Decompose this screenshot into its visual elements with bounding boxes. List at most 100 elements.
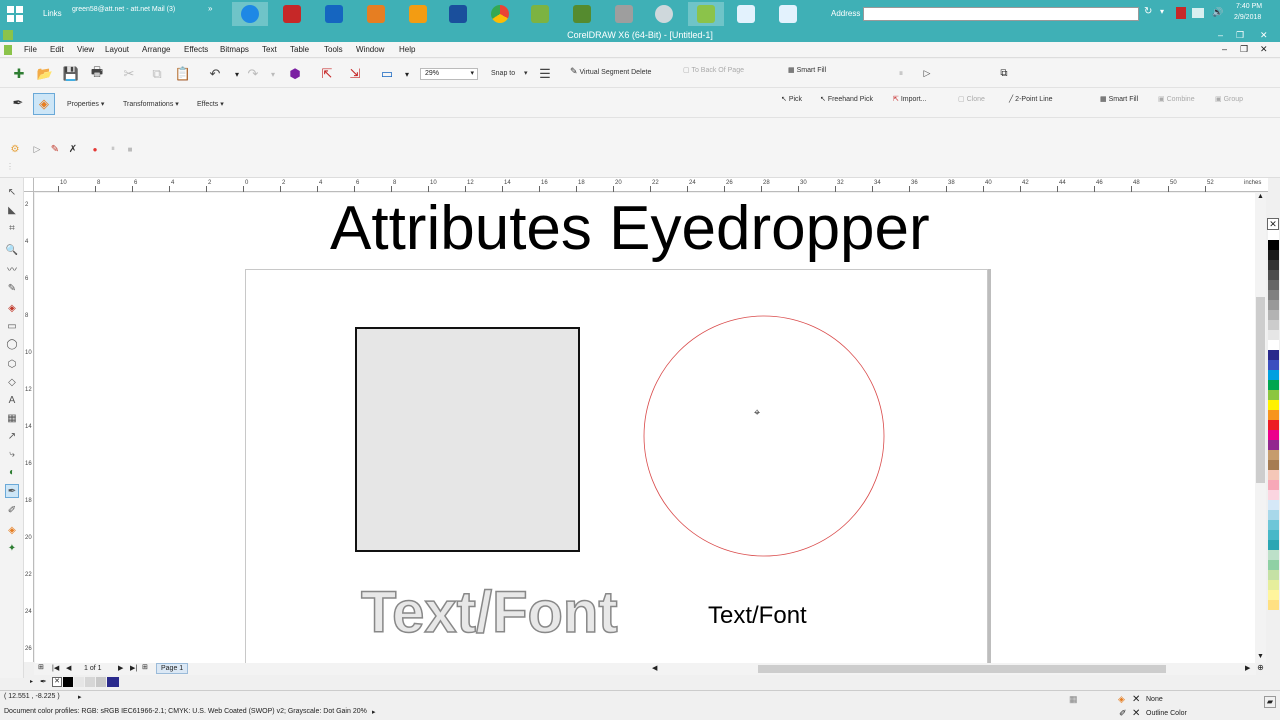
document-icon-1[interactable] xyxy=(728,2,764,26)
eyedropper-tool-icon[interactable]: ✒ xyxy=(5,484,19,498)
palette-swatch[interactable] xyxy=(1268,270,1279,280)
palette-swatch[interactable] xyxy=(1268,370,1279,380)
app-icon-orange[interactable] xyxy=(358,2,394,26)
menu-help[interactable]: Help xyxy=(399,45,415,54)
palette-swatch[interactable] xyxy=(1268,470,1279,480)
palette-swatch[interactable] xyxy=(1268,320,1279,330)
no-color-swatch[interactable]: ✕ xyxy=(1267,218,1279,230)
palette-swatch-gray[interactable] xyxy=(96,677,106,687)
palette-swatch[interactable] xyxy=(1268,590,1279,600)
menu-arrange[interactable]: Arrange xyxy=(142,45,170,54)
import-icon[interactable]: ⇱ xyxy=(318,65,336,83)
dimension-tool-icon[interactable]: ↗ xyxy=(5,430,19,444)
palette-swatch[interactable] xyxy=(1268,250,1279,260)
pause-icon[interactable]: ⏸ xyxy=(892,64,910,82)
play-icon[interactable]: ▷ xyxy=(918,64,936,82)
ellipse-tool-icon[interactable]: ◯ xyxy=(5,338,19,352)
palette-swatch-light-gray[interactable] xyxy=(74,677,84,687)
table-tool-icon[interactable]: ▦ xyxy=(5,412,19,426)
palette-swatch-navy[interactable] xyxy=(107,677,119,687)
to-back-of-page-button[interactable]: ▢ To Back Of Page xyxy=(683,66,744,74)
import-button[interactable]: ⇱ Import... xyxy=(893,95,927,103)
paint-bucket-icon[interactable]: ◈ xyxy=(33,93,55,115)
pick-button[interactable]: ↖ Pick xyxy=(781,95,802,103)
add-page-icon[interactable]: ⊞ xyxy=(38,663,44,671)
menu-text[interactable]: Text xyxy=(262,45,277,54)
palette-swatch[interactable] xyxy=(1268,560,1279,570)
tray-network-icon[interactable] xyxy=(1192,8,1204,18)
macro-manager-icon[interactable]: ⚙ xyxy=(6,140,24,158)
tray-s-icon[interactable] xyxy=(1176,7,1186,19)
new-document-icon[interactable]: ✚ xyxy=(10,65,28,83)
heading-text[interactable]: Attributes Eyedropper xyxy=(330,193,930,264)
palette-swatch[interactable] xyxy=(1268,240,1279,250)
next-page-icon[interactable]: ▶ xyxy=(118,664,123,672)
palette-swatch[interactable] xyxy=(1268,500,1279,510)
palette-swatch[interactable] xyxy=(1268,410,1279,420)
coreldraw-icon[interactable] xyxy=(688,2,724,26)
launcher-dropdown-icon[interactable]: ▾ xyxy=(398,65,416,83)
printer-icon[interactable] xyxy=(606,2,642,26)
interactive-mesh-tool-icon[interactable]: ✦ xyxy=(5,542,19,556)
color-profiles-arrow-icon[interactable]: ▸ xyxy=(372,708,376,716)
palette-swatch-light-gray-2[interactable] xyxy=(85,677,95,687)
scroll-left-icon[interactable]: ◀ xyxy=(652,664,657,672)
zoom-corner-icon[interactable]: ⊕ xyxy=(1255,663,1266,675)
freehand-tool-icon[interactable]: 〰 xyxy=(5,264,19,278)
palette-swatch[interactable] xyxy=(1268,450,1279,460)
palette-swatch[interactable] xyxy=(1268,260,1279,270)
tray-volume-icon[interactable]: 🔊 xyxy=(1212,7,1223,18)
transformations-dropdown[interactable]: Transformations ▾ xyxy=(123,100,179,108)
gear-app-icon[interactable] xyxy=(646,2,682,26)
paste-icon[interactable]: 📋 xyxy=(174,65,192,83)
palette-swatch[interactable] xyxy=(1268,340,1279,350)
palette-swatch[interactable] xyxy=(1268,420,1279,430)
print-icon[interactable]: 🖶 xyxy=(88,64,106,83)
rectangle-tool-icon[interactable]: ▭ xyxy=(5,320,19,334)
smart-fill-button[interactable]: ▦ Smart Fill xyxy=(788,66,826,74)
palette-swatch[interactable] xyxy=(1268,600,1279,610)
scroll-up-icon[interactable]: ▲ xyxy=(1257,193,1264,200)
coordinates-arrow-icon[interactable]: ▸ xyxy=(78,693,82,701)
palette-swatch[interactable] xyxy=(1268,440,1279,450)
zoom-tool-icon[interactable]: 🔍 xyxy=(5,244,19,258)
smart-fill-tool-icon[interactable]: ◈ xyxy=(5,302,19,316)
menu-edit[interactable]: Edit xyxy=(50,45,64,54)
menu-table[interactable]: Table xyxy=(290,45,309,54)
text-tool-icon[interactable]: A xyxy=(5,394,19,408)
scroll-right-icon[interactable]: ▶ xyxy=(1245,664,1250,672)
export-icon[interactable]: ⇲ xyxy=(346,65,364,83)
undo-icon[interactable]: ↶ xyxy=(206,65,224,83)
menu-window[interactable]: Window xyxy=(356,45,384,54)
eyedropper-icon[interactable]: ✒ xyxy=(9,94,27,112)
calendar-icon[interactable] xyxy=(274,2,310,26)
palette-swatch[interactable] xyxy=(1268,580,1279,590)
palette-swatch[interactable] xyxy=(1268,550,1279,560)
address-input[interactable] xyxy=(863,7,1139,21)
s-app-icon[interactable] xyxy=(440,2,476,26)
outline-tool-icon[interactable]: ✐ xyxy=(5,504,19,518)
palette-swatch[interactable] xyxy=(1268,350,1279,360)
macro-debug-icon[interactable]: ✗ xyxy=(64,140,82,158)
gray-rectangle[interactable] xyxy=(355,327,580,552)
cut-icon[interactable]: ✂ xyxy=(120,65,138,83)
ruler-origin[interactable] xyxy=(24,178,34,192)
restore-button[interactable]: ❐ xyxy=(1236,28,1244,42)
corel-icon-2[interactable] xyxy=(564,2,600,26)
palette-swatch[interactable] xyxy=(1268,290,1279,300)
links-label[interactable]: Links xyxy=(43,9,62,18)
link-icon[interactable]: ⧉ xyxy=(995,64,1013,82)
mail-tab[interactable]: green58@att.net - att.net Mail (3) xyxy=(72,6,175,13)
open-folder-icon[interactable]: 📂 xyxy=(36,65,54,83)
palette-no-color-swatch[interactable]: ✕ xyxy=(52,677,62,687)
group-button[interactable]: ▣ Group xyxy=(1215,95,1243,103)
plain-text[interactable]: Text/Font xyxy=(708,602,807,630)
menu-tools[interactable]: Tools xyxy=(324,45,343,54)
snap-status-icon[interactable]: ▦ xyxy=(1069,694,1078,705)
close-button[interactable]: ✕ xyxy=(1260,28,1268,42)
palette-swatch[interactable] xyxy=(1268,380,1279,390)
smart-drawing-tool-icon[interactable]: ✎ xyxy=(5,282,19,296)
menu-close-button[interactable]: ✕ xyxy=(1260,44,1268,55)
palette-swatch[interactable] xyxy=(1268,460,1279,470)
stop-record-icon[interactable]: ■ xyxy=(121,140,139,158)
